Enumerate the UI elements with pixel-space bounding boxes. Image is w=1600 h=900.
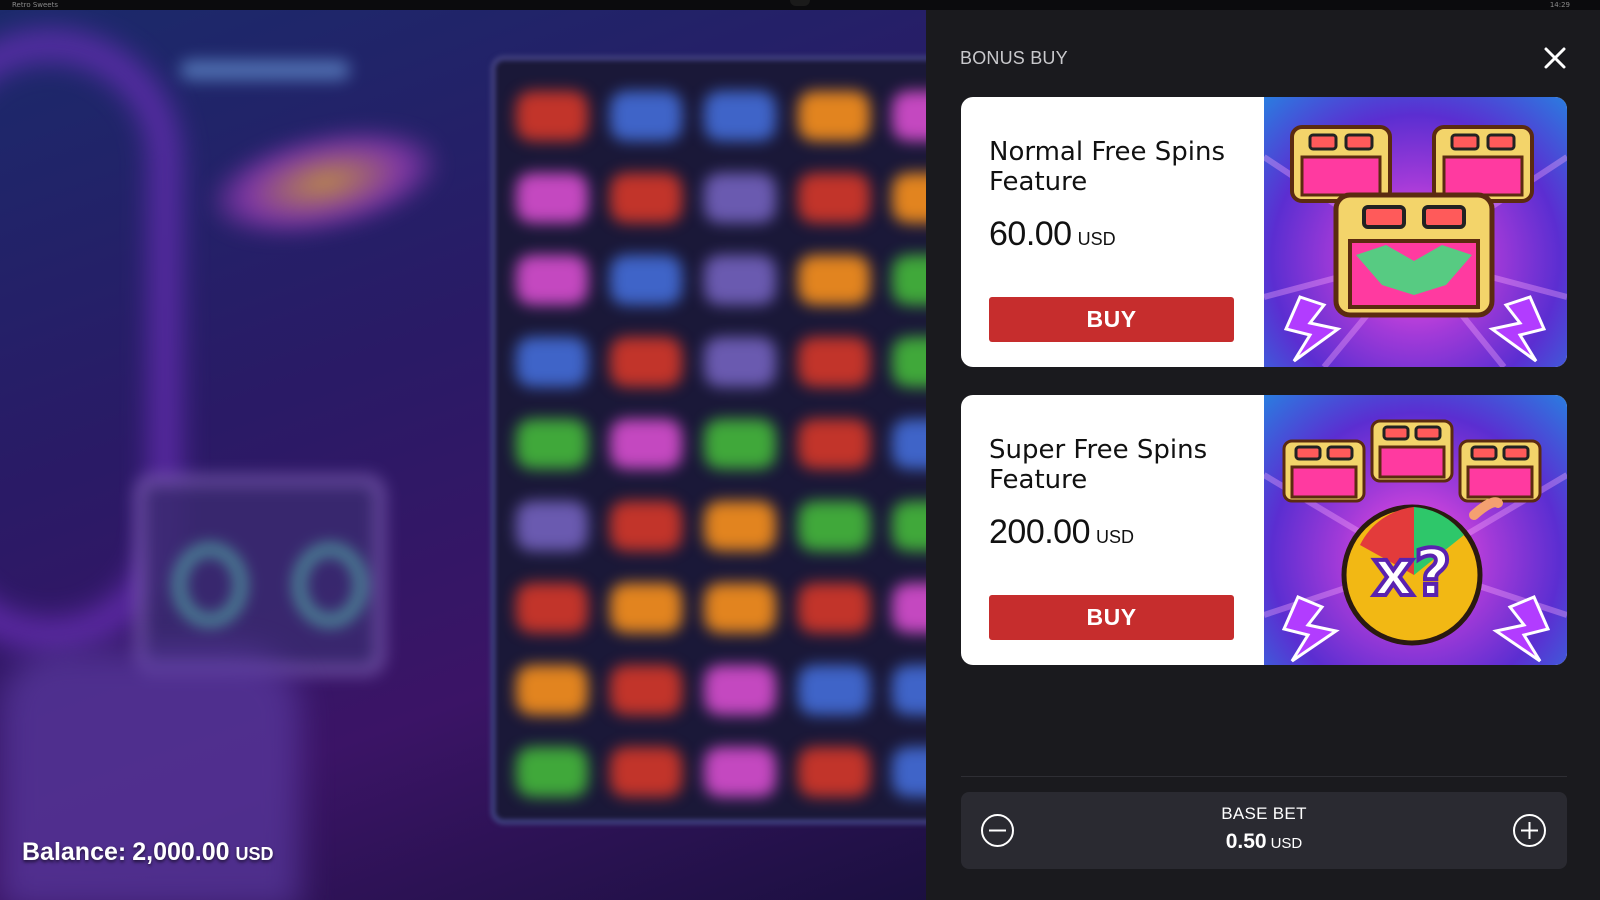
reel-symbol [798,665,870,715]
base-bet-value: 0.50 USD [961,830,1567,854]
reel-symbol [704,583,776,633]
chest-characters-image [1264,125,1567,367]
feature-price-amount: 200.00 [989,513,1091,551]
close-button[interactable] [1540,43,1570,73]
feature-price-currency: USD [1096,527,1135,547]
reel-symbol [704,173,776,223]
reel-symbol [610,501,682,551]
reel-symbol [892,91,926,141]
boombox-decoration [135,475,385,675]
reel-symbol [610,583,682,633]
game-background [0,10,926,900]
reel-symbol [610,173,682,223]
reel-symbol [798,173,870,223]
base-bet-amount: 0.50 [1225,830,1267,853]
reel-symbol [704,255,776,305]
system-clock: 14:29 [1549,1,1570,9]
increase-bet-button[interactable] [1512,813,1547,848]
feature-price: 60.00 USD [989,215,1116,254]
speaker-right [295,545,365,625]
bonus-buy-panel: BONUS BUY Normal Free Spins Feature 60.0… [926,10,1600,900]
game-logo [202,112,448,253]
buy-button-normal-free-spins[interactable]: BUY [989,297,1234,342]
feature-art-normal [1264,97,1567,367]
reel-symbol [704,665,776,715]
system-top-bar: Retro Sweets 14:29 [0,0,1600,10]
reel-symbol [516,583,588,633]
app-title: Retro Sweets [12,1,59,9]
feature-info: Normal Free Spins Feature 60.00 USD BUY [961,97,1264,367]
reel-symbol [704,337,776,387]
reel-symbol [704,91,776,141]
feature-info: Super Free Spins Feature 200.00 USD BUY [961,395,1264,665]
balance-currency: USD [235,844,274,864]
feature-card-super-free-spins: Super Free Spins Feature 200.00USD BUY [961,395,1567,665]
base-bet-control: BASE BET 0.50 USD [961,792,1567,869]
reel-symbol [892,501,926,551]
reel-symbol [892,583,926,633]
reel-symbol [516,91,588,141]
reel-symbol [798,419,870,469]
chests-and-bomb-image: x? [1264,419,1567,663]
reel-symbol [892,419,926,469]
base-bet-currency: USD [1270,835,1303,852]
reel-symbol [516,337,588,387]
reel-symbol [704,419,776,469]
reel-symbol [610,665,682,715]
reel-symbol [892,173,926,223]
reel-symbol [610,255,682,305]
bomb-multiplier-text: x? [1373,537,1451,611]
feature-art-super: x? [1264,395,1567,665]
balance-label: Balance: [22,838,127,866]
reel-symbol [704,747,776,797]
reel-symbol [704,501,776,551]
base-bet-label: BASE BET [1221,804,1307,823]
reel-symbol [892,337,926,387]
balance-display: Balance: 2,000.00 USD [22,838,274,867]
feature-price-amount: 60.00 [989,215,1072,253]
close-icon [1544,47,1566,69]
panel-divider [961,776,1567,777]
reel-symbol [798,501,870,551]
reel-symbol [892,255,926,305]
reel-symbol [892,747,926,797]
feature-card-normal-free-spins: Normal Free Spins Feature 60.00 USD BUY [961,97,1567,367]
reel-symbol [798,255,870,305]
speaker-left [175,545,245,625]
reel-symbol [516,419,588,469]
balance-amount: 2,000.00 [132,838,230,866]
feature-price: 200.00 USD [989,513,1134,552]
reel-symbol [610,419,682,469]
ceiling-light [180,60,350,80]
panel-title: BONUS BUY [960,48,1068,68]
reel-symbol [798,337,870,387]
reel-symbol [798,583,870,633]
feature-name: Normal Free Spins Feature [989,137,1226,197]
reel-symbol [892,665,926,715]
reel-symbol [610,91,682,141]
camera-notch [790,0,810,6]
plus-circle-icon [1513,814,1546,847]
reel-symbol [516,665,588,715]
reel-symbol [516,255,588,305]
feature-name: Super Free Spins Feature [989,435,1208,495]
reel-symbol [516,501,588,551]
reel-symbol [516,173,588,223]
feature-price-currency: USD [1077,229,1116,249]
reel-symbol [610,747,682,797]
reel-symbol [798,747,870,797]
reel-symbol [516,747,588,797]
reel-symbol [610,337,682,387]
buy-button-super-free-spins[interactable]: BUY [989,595,1234,640]
reel-grid [490,55,926,825]
reel-symbol [798,91,870,141]
